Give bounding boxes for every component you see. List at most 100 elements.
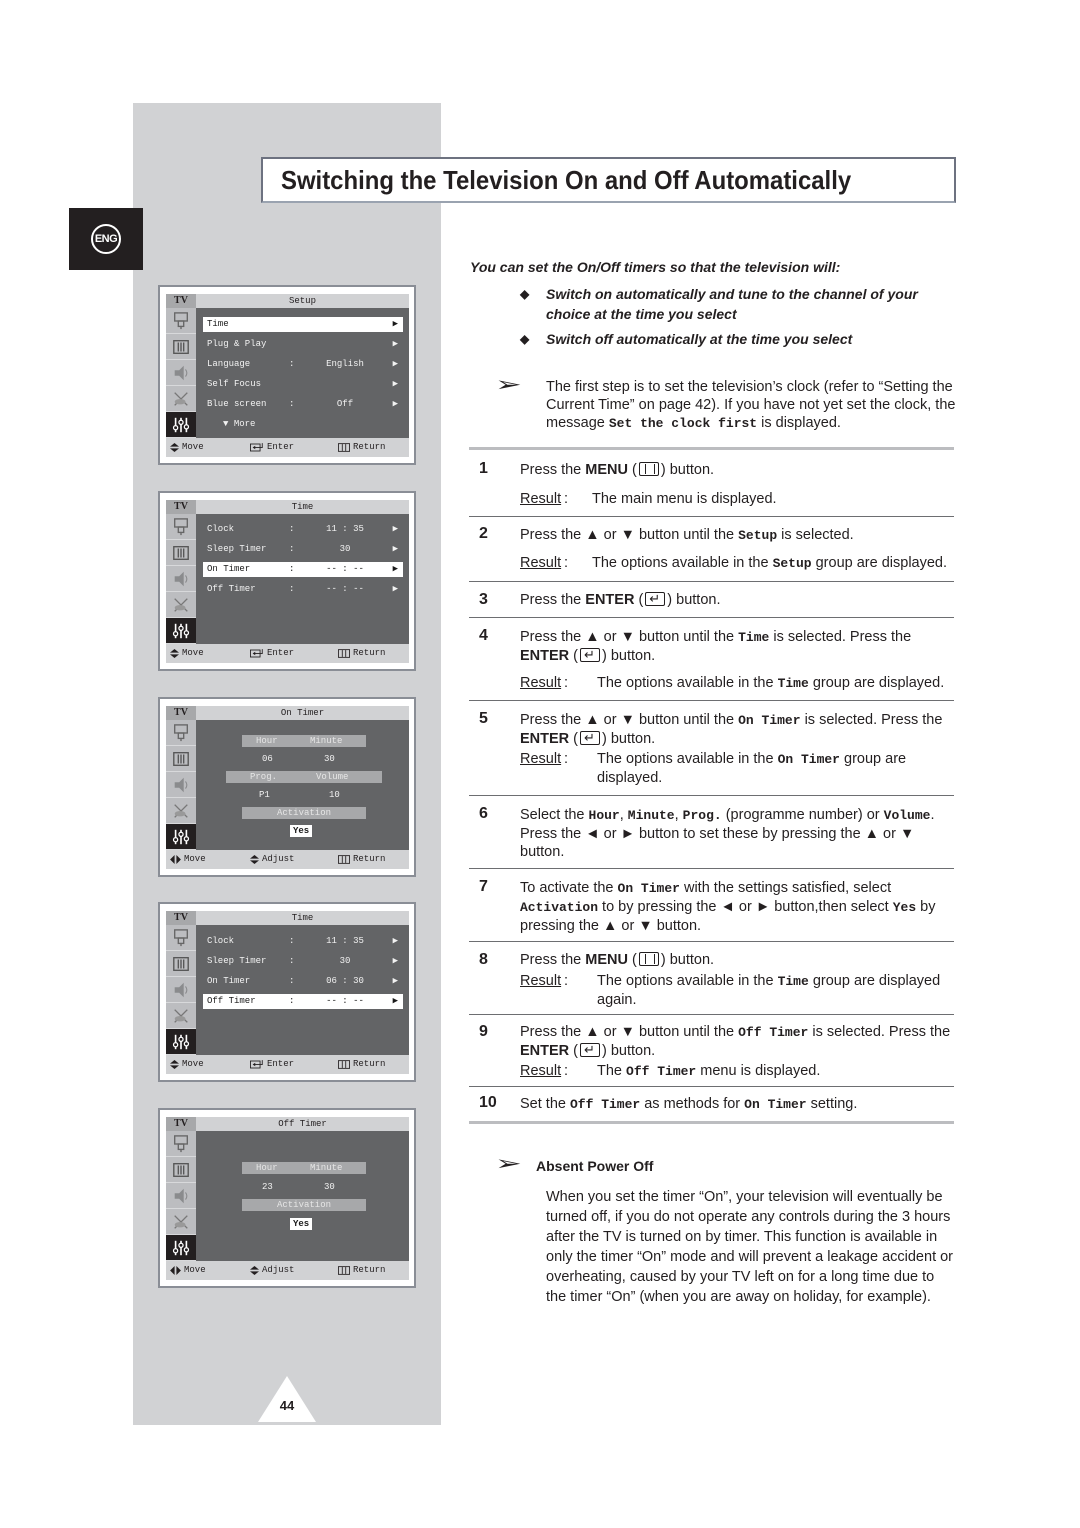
channel-icon[interactable] [166, 386, 196, 412]
note-arrow-icon: ➢ [494, 1153, 522, 1175]
setup-icon[interactable] [166, 618, 196, 644]
osd-on-timer: TV On Timer Hour Minute 06 30 Prog. Volume… [158, 697, 416, 877]
step-4: 4 Press the ▲ or ▼ button until the Time… [469, 618, 954, 701]
channel-icon[interactable] [166, 1003, 196, 1029]
activation-header: Activation [242, 1199, 366, 1211]
step-1: 1 Press the MENU () button. Result: The m… [469, 450, 954, 517]
activation-yes[interactable]: Yes [290, 1218, 313, 1230]
picture-icon[interactable] [166, 951, 196, 977]
sound-icon[interactable] [166, 977, 196, 1003]
step-10: 10 Set the Off Timer as methods for On T… [479, 1094, 858, 1112]
arrow-right-icon: ▶ [392, 936, 398, 946]
osd-footer: Move Enter Return [166, 1055, 409, 1074]
menu-item-off-timer[interactable]: Off Timer: -- : -- ▶ [203, 582, 403, 597]
page-title: Switching the Television On and Off Auto… [281, 164, 852, 195]
menu-item-clock[interactable]: Clock:11 : 35 ▶ [203, 522, 403, 537]
tv-label: TV [166, 500, 196, 514]
picture-icon[interactable] [166, 1157, 196, 1183]
input-icon[interactable] [166, 514, 196, 540]
enter-key-icon [580, 729, 601, 747]
page-title-box: Switching the Television On and Off Auto… [261, 157, 956, 203]
osd-footer: Move Enter Return [166, 644, 409, 663]
setup-icon[interactable] [166, 824, 196, 850]
language-badge: ENG [69, 208, 143, 270]
arrow-right-icon: ▶ [392, 339, 398, 349]
setup-icon[interactable] [166, 1235, 196, 1261]
step-2: 2 Press the ▲ or ▼ button until the Setu… [469, 517, 954, 582]
channel-icon[interactable] [166, 1209, 196, 1235]
menu-item-clock[interactable]: Clock:11 : 35 ▶ [203, 934, 403, 949]
footer-move: Move [170, 1055, 204, 1074]
arrow-right-icon: ▶ [392, 564, 398, 574]
volume-value[interactable]: 10 [329, 789, 340, 801]
osd-sidebar [166, 925, 196, 1055]
arrow-down-icon: ▼ [223, 419, 229, 429]
menu-icon [338, 1060, 350, 1069]
sound-icon[interactable] [166, 772, 196, 798]
footer-return: Return [338, 1055, 385, 1074]
menu-item-blue-screen[interactable]: Blue screen: Off ▶ [203, 397, 403, 412]
arrow-right-icon: ▶ [392, 524, 398, 534]
input-icon[interactable] [166, 925, 196, 951]
step-5: 5 Press the ▲ or ▼ button until the On T… [469, 701, 954, 796]
picture-icon[interactable] [166, 540, 196, 566]
arrow-right-icon: ▶ [392, 996, 398, 1006]
channel-icon[interactable] [166, 592, 196, 618]
diamond-bullet-icon: ◆ [520, 332, 530, 346]
enter-key-icon [645, 590, 666, 608]
tv-label: TV [166, 1117, 196, 1131]
activation-header: Activation [242, 807, 366, 819]
setup-icon[interactable] [166, 1029, 196, 1055]
arrow-right-icon: ▶ [392, 319, 398, 329]
menu-item-sleep-timer[interactable]: Sleep Timer:30 ▶ [203, 954, 403, 969]
channel-icon[interactable] [166, 798, 196, 824]
footer-adjust: Adjust [250, 1261, 294, 1280]
step-3: 3 Press the ENTER () button. [469, 582, 954, 618]
osd-sidebar [166, 308, 196, 438]
input-icon[interactable] [166, 308, 196, 334]
menu-item-plug-play[interactable]: Plug & Play ▶ [203, 337, 403, 352]
osd-footer: Move Enter Return [166, 438, 409, 457]
menu-item-language[interactable]: Language: English ▶ [203, 357, 403, 372]
osd-title: Time [291, 913, 314, 923]
menu-icon [338, 443, 350, 452]
prog-value[interactable]: P1 [259, 789, 270, 801]
arrow-right-icon: ▶ [392, 976, 398, 986]
step-9: 9 Press the ▲ or ▼ button until the Off … [469, 1015, 954, 1087]
enter-key-icon [580, 1041, 601, 1059]
input-icon[interactable] [166, 720, 196, 746]
picture-icon[interactable] [166, 746, 196, 772]
footer-return: Return [338, 644, 385, 663]
menu-item-self-focus[interactable]: Self Focus ▶ [203, 377, 403, 392]
sound-icon[interactable] [166, 1183, 196, 1209]
menu-item-time[interactable]: Time ▶ [203, 317, 403, 332]
menu-item-sleep-timer[interactable]: Sleep Timer:30 ▶ [203, 542, 403, 557]
eng-icon: ENG [91, 224, 121, 254]
input-icon[interactable] [166, 1131, 196, 1157]
sound-icon[interactable] [166, 360, 196, 386]
note-text: The first step is to set the television’… [546, 379, 956, 431]
menu-item-off-timer[interactable]: Off Timer: -- : -- ▶ [203, 994, 403, 1009]
minute-value[interactable]: 30 [324, 753, 335, 765]
hour-value[interactable]: 06 [262, 753, 273, 765]
enter-icon [250, 649, 264, 658]
osd-title: Time [291, 502, 314, 512]
picture-icon[interactable] [166, 334, 196, 360]
osd-off-timer: TV Off Timer Hour Minute 23 30 Activation… [158, 1108, 416, 1288]
menu-item-more[interactable]: ▼ More [203, 417, 403, 432]
menu-item-on-timer[interactable]: On Timer:06 : 30 ▶ [203, 974, 403, 989]
setup-icon[interactable] [166, 412, 196, 438]
divider [469, 1121, 954, 1124]
hour-value[interactable]: 23 [262, 1181, 273, 1193]
note-arrow-icon: ➢ [494, 374, 522, 396]
sound-icon[interactable] [166, 566, 196, 592]
minute-value[interactable]: 30 [324, 1181, 335, 1193]
activation-yes[interactable]: Yes [290, 825, 313, 837]
osd-setup-menu: TV Setup Time ▶ Plug & Play ▶ Language: Eng… [158, 285, 416, 465]
menu-item-on-timer[interactable]: On Timer: -- : -- ▶ [203, 562, 403, 577]
menu-icon [338, 855, 350, 864]
tv-label: TV [166, 294, 196, 308]
updown-icon [170, 649, 179, 658]
menu-icon [338, 1266, 350, 1275]
enter-icon [250, 1060, 264, 1069]
